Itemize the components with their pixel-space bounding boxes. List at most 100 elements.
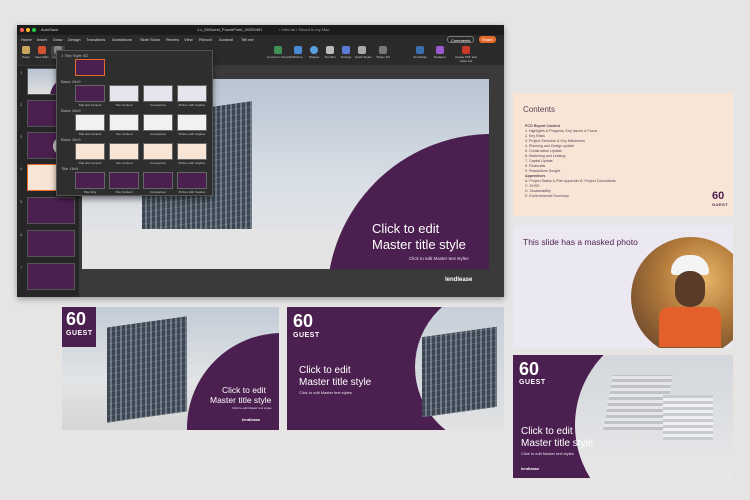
menu-record[interactable]: Record — [199, 35, 212, 44]
toc-line: PCG Report Content — [525, 124, 560, 128]
arrange-button[interactable]: Arrange — [339, 46, 353, 59]
toc-line: 6. Marketing and Leasing — [525, 154, 566, 158]
layout-option[interactable] — [143, 85, 173, 102]
slide-title-line1: Click to edit — [299, 365, 351, 376]
layout-label: Two Content — [115, 190, 133, 194]
logo-word: GUEST — [66, 330, 93, 337]
toc-line: 1. Highlights & Progress, Key Issues & F… — [525, 129, 598, 133]
menu-view[interactable]: View — [184, 35, 193, 44]
convert-smartart-button[interactable]: Convert to SmartArt — [267, 46, 294, 59]
quick-styles-button[interactable]: Quick Styles — [355, 46, 372, 59]
layout-label: Picture with Caption — [178, 103, 206, 107]
minimize-window-icon[interactable] — [26, 28, 30, 32]
layout-label: Title Only — [83, 190, 97, 194]
close-window-icon[interactable] — [20, 28, 24, 32]
file-title: 1.c_60Guest_PowerPoint_20250401 — [197, 27, 263, 32]
paste-icon — [22, 46, 30, 54]
menu-acrobat[interactable]: Acrobat — [219, 35, 233, 44]
menu-review[interactable]: Review — [166, 35, 179, 44]
logo-number: 60 — [712, 190, 725, 202]
menu-draw[interactable]: Draw — [53, 35, 62, 44]
toc-line: 4. Planning and Design update — [525, 144, 575, 148]
safety-vest — [659, 307, 721, 347]
shapes-icon — [310, 46, 318, 54]
layout-label: Title and Content — [78, 161, 102, 165]
layout-option[interactable] — [177, 85, 207, 102]
shape-fill-button[interactable]: Shape Fill — [373, 46, 393, 59]
layout-option[interactable] — [177, 143, 207, 160]
layout-option-title[interactable] — [75, 59, 105, 76]
layout-option[interactable] — [109, 85, 139, 102]
layout-dropdown: 1 Title Style SD Basic 16x9 Title and Co… — [56, 50, 213, 196]
layout-label: Two Content — [115, 132, 133, 136]
logo-word: GUEST — [712, 202, 729, 207]
thumb-number: 5 — [20, 199, 23, 204]
slide-thumbnail-7[interactable] — [27, 263, 75, 290]
menu-tell-me[interactable]: Tell me — [241, 35, 254, 44]
lendlease-logo: lendlease — [445, 277, 473, 283]
logo-word: GUEST — [293, 332, 320, 339]
layout-label: Title and Content — [78, 103, 102, 107]
toc-line: A. Project Status & Plan Appendix B. Pro… — [525, 179, 616, 183]
menu-insert[interactable]: Insert — [37, 35, 47, 44]
toc-line: D. Sustainability — [525, 189, 551, 193]
slide-title-line2: Master title style — [210, 395, 272, 405]
layout-label: Comparison — [149, 132, 167, 136]
slide-title-line1: Click to edit — [521, 426, 573, 437]
toc-line: 7. Capital Update — [525, 159, 553, 163]
create-pdf-button[interactable]: Create PDF and share link — [453, 46, 479, 63]
toc-line: 8. Financials — [525, 164, 546, 168]
dropdown-section-label: Title 16x9 — [61, 166, 79, 171]
layout-option[interactable] — [177, 172, 207, 189]
picture-button[interactable]: Picture — [291, 46, 305, 59]
share-button[interactable]: Share — [479, 36, 496, 43]
layout-option[interactable] — [143, 114, 173, 131]
menu-transitions[interactable]: Transitions — [86, 35, 105, 44]
slide-thumbnail-6[interactable] — [27, 230, 75, 257]
layout-option[interactable] — [75, 172, 105, 189]
slide-subtitle: Click to edit Master text styles — [299, 390, 352, 395]
paste-button[interactable]: Paste — [19, 46, 33, 59]
layout-option[interactable] — [109, 172, 139, 189]
maximize-window-icon[interactable] — [32, 28, 36, 32]
layout-option[interactable] — [109, 143, 139, 160]
shape-fill-icon — [379, 46, 387, 54]
new-slide-button[interactable]: New Slide — [35, 46, 49, 59]
text-box-button[interactable]: Text Box — [323, 46, 337, 59]
layout-option[interactable] — [75, 143, 105, 160]
comments-button[interactable]: Comments — [447, 36, 475, 43]
dropdown-section-label: Basic 16x9 — [61, 137, 81, 142]
menu-slide-show[interactable]: Slide Show — [140, 35, 160, 44]
purple-arc-shape — [187, 333, 279, 430]
layout-option[interactable] — [75, 85, 105, 102]
layout-option[interactable] — [109, 114, 139, 131]
logo-number: 60 — [519, 359, 540, 379]
sensitivity-button[interactable]: Sensitivity — [411, 46, 429, 59]
layout-label: Comparison — [149, 103, 167, 107]
layout-option[interactable] — [177, 114, 207, 131]
worker-face — [675, 271, 705, 307]
lendlease-logo: lendlease — [242, 417, 261, 422]
designer-button[interactable]: Designer — [433, 46, 447, 59]
autosave-label[interactable]: AutoSave — [41, 25, 58, 35]
layout-label: Picture with Caption — [178, 161, 206, 165]
toc-line: E. Environmental Summary — [525, 194, 569, 198]
smartart-icon — [274, 46, 282, 54]
slide-title-line2: Master title style — [299, 377, 372, 388]
slide-thumbnail-5[interactable] — [27, 197, 75, 224]
slide-subtitle[interactable]: Click to edit Master text styles — [409, 256, 469, 261]
menu-home[interactable]: Home — [21, 35, 32, 44]
slide-preview-contents: Contents PCG Report Content 1. Highlight… — [513, 93, 733, 216]
slide-title-line2[interactable]: Master title style — [372, 237, 466, 252]
slide-title-line1[interactable]: Click to edit — [372, 221, 439, 236]
shapes-button[interactable]: Shapes — [307, 46, 321, 59]
layout-option[interactable] — [75, 114, 105, 131]
layout-label: Comparison — [149, 161, 167, 165]
layout-option[interactable] — [143, 172, 173, 189]
menu-design[interactable]: Design — [68, 35, 80, 44]
sensitivity-icon — [416, 46, 424, 54]
layout-option[interactable] — [143, 143, 173, 160]
layout-label: Title and Content — [78, 132, 102, 136]
building-image — [422, 326, 497, 418]
menu-animations[interactable]: Animations — [112, 35, 132, 44]
